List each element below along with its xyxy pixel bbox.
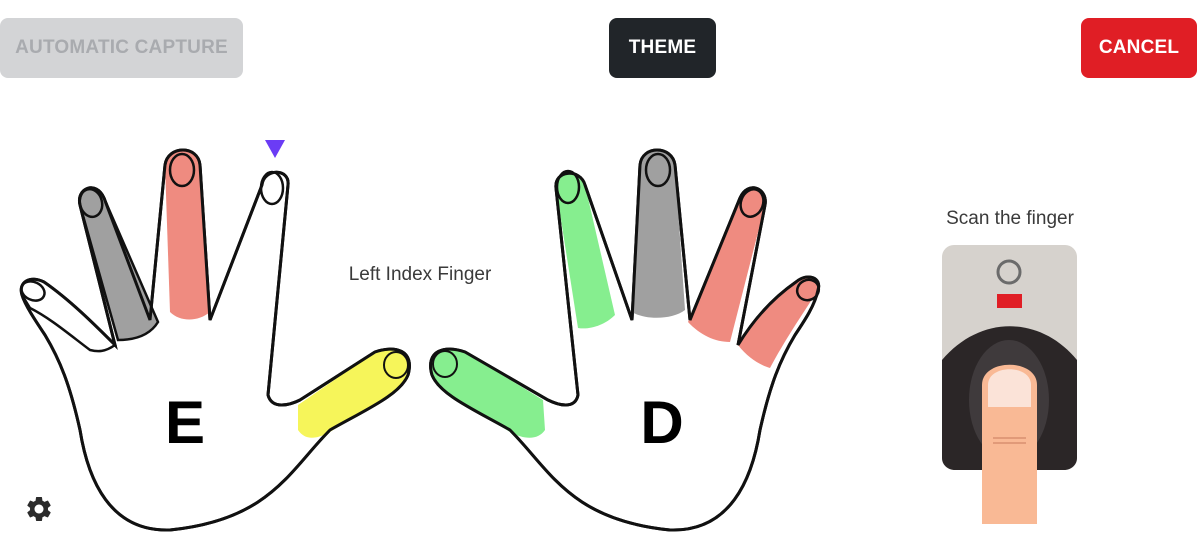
right-hand: D: [429, 148, 821, 532]
hands-illustration: E D: [19, 140, 821, 532]
triangle-down-icon: [265, 140, 285, 158]
gear-icon[interactable]: [24, 494, 54, 524]
capture-screen: AUTOMATIC CAPTURE THEME CANCEL E D Left …: [0, 0, 1197, 554]
cancel-button[interactable]: CANCEL: [1081, 18, 1197, 78]
scanner-status-light: [997, 294, 1022, 308]
right-hand-letter: D: [640, 389, 683, 456]
automatic-capture-button[interactable]: AUTOMATIC CAPTURE: [0, 18, 243, 78]
scan-instruction: Scan the finger: [946, 208, 1074, 229]
theme-button[interactable]: THEME: [609, 18, 716, 78]
selected-finger-label: Left Index Finger: [348, 264, 492, 285]
left-hand-letter: E: [165, 389, 205, 456]
fingerprint-scanner-illustration: [942, 245, 1077, 524]
left-hand: E: [19, 140, 411, 532]
